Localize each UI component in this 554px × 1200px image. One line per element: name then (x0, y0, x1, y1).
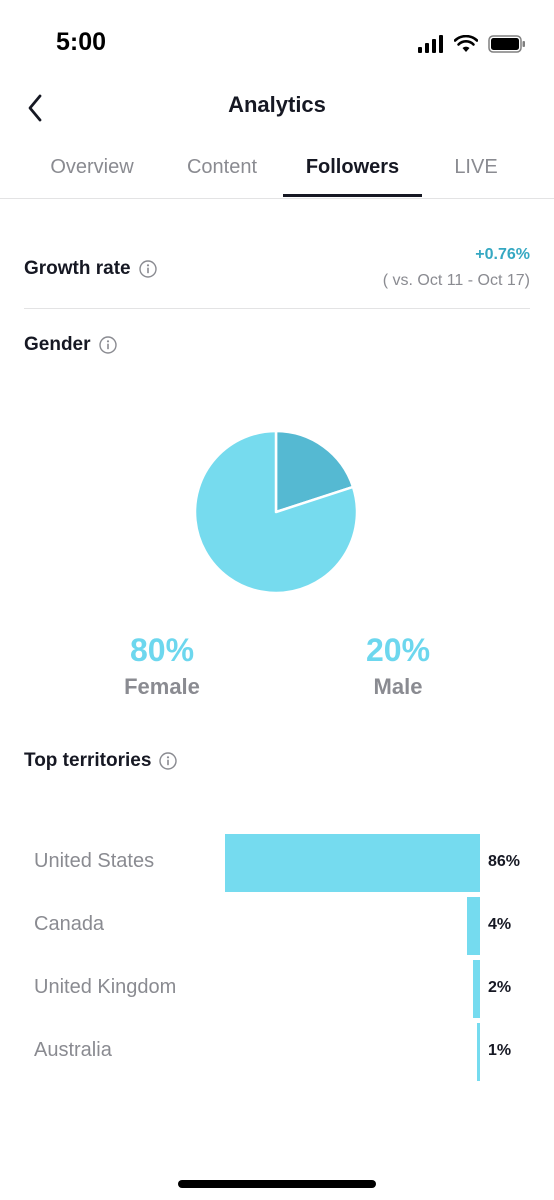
male-percent: 20% (365, 632, 431, 668)
territory-name: Australia (34, 1039, 112, 1061)
growth-rate-heading: Growth rate (24, 258, 157, 280)
territory-name: Canada (34, 913, 105, 935)
status-icons (418, 34, 526, 54)
home-indicator[interactable] (178, 1180, 376, 1188)
territory-bar (473, 960, 480, 1018)
female-label: Female (124, 674, 200, 699)
info-icon[interactable] (98, 336, 117, 354)
battery-icon (488, 35, 525, 53)
growth-rate-value: +0.76% (475, 246, 530, 263)
tab-followers[interactable]: Followers (283, 156, 422, 179)
territories-heading: Top territories (24, 750, 178, 772)
male-label: Male (373, 674, 423, 699)
tab-live[interactable]: LIVE (428, 156, 524, 179)
page-title: Analytics (228, 92, 326, 117)
growth-rate-title: Growth rate (24, 258, 131, 279)
female-percent: 80% (129, 632, 195, 668)
territory-percent: 2% (488, 979, 512, 996)
territory-percent: 1% (488, 1042, 512, 1059)
gender-title: Gender (24, 334, 91, 355)
territory-percent: 4% (488, 916, 512, 933)
gender-heading: Gender (24, 334, 117, 356)
signal-icon (418, 35, 443, 53)
territory-bar (467, 897, 480, 955)
active-tab-indicator (283, 194, 422, 197)
territory-name: United States (34, 850, 155, 872)
tab-bar: Overview Content Followers LIVE (0, 150, 554, 199)
tab-overview[interactable]: Overview (30, 156, 154, 179)
section-divider (24, 308, 530, 309)
territories-title: Top territories (24, 750, 152, 771)
territory-name: United Kingdom (34, 976, 177, 998)
status-time: 5:00 (56, 28, 107, 56)
info-icon[interactable] (138, 260, 157, 278)
territory-bar (225, 834, 480, 892)
tab-content[interactable]: Content (160, 156, 284, 179)
growth-rate-comparison: ( vs. Oct 11 - Oct 17) (382, 272, 530, 289)
info-icon[interactable] (159, 752, 178, 770)
gender-pie-chart (194, 430, 358, 594)
territory-bar (477, 1023, 480, 1081)
territory-percent: 86% (488, 853, 521, 870)
wifi-icon (454, 35, 478, 52)
